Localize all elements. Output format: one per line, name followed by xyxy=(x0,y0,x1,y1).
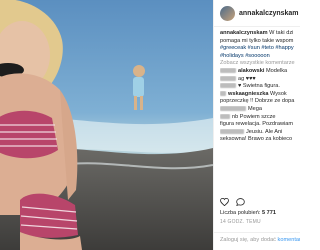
post-side-panel: annakalczynskam annakalczynskam W taki d… xyxy=(213,0,300,250)
comment-text: ♥ Świetna figura. xyxy=(238,83,280,90)
comment-text: Modelka xyxy=(266,67,288,74)
login-prompt-text: Zaloguj się, aby dodać xyxy=(220,237,278,243)
avatar[interactable] xyxy=(220,5,235,21)
blurred-username xyxy=(220,113,230,119)
comment: alakowski Modelka xyxy=(220,68,300,76)
post-header: annakalczynskam xyxy=(214,0,300,27)
comment-text: Wysok xyxy=(270,90,287,97)
caption-hashtags[interactable]: #greeceak #sun #teto #happy xyxy=(220,45,300,53)
comment: Jeusiu. Ale Ani xyxy=(220,129,300,137)
comment: nb Powiem szcze xyxy=(220,114,300,122)
blurred-username xyxy=(220,105,246,111)
view-all-comments-link[interactable]: Zobacz wszystkie komentarze xyxy=(220,60,300,68)
blurred-username xyxy=(220,90,226,96)
comment-icon[interactable] xyxy=(236,198,245,206)
beach-photo xyxy=(0,0,213,250)
comment-text: nb Powiem szcze xyxy=(232,113,276,120)
comment-continuation: poprzeczkę !! Dobrze ze dopa xyxy=(220,98,295,105)
comment: wskaagnieszka Wysok xyxy=(220,91,300,99)
comment-text: Mega xyxy=(248,105,262,112)
comment: ag ♥♥♥ xyxy=(220,76,300,84)
comment: ♥ Świetna figura. xyxy=(220,83,300,91)
caption-text: W taki dzi xyxy=(269,30,294,36)
comment: Mega xyxy=(220,106,300,114)
login-link[interactable]: komentarz xyxy=(278,237,300,243)
heart-icon[interactable] xyxy=(220,198,229,206)
comments-list: annakalczynskam W taki dzi pomaga mi tyl… xyxy=(214,27,300,144)
action-bar xyxy=(220,198,245,206)
comment-text: ag ♥♥♥ xyxy=(238,75,256,82)
post-date: 14 GODZ. TEMU xyxy=(220,219,261,225)
comment-continuation: figura rewelacja. Pozdrawiam xyxy=(220,121,294,128)
likes-count[interactable]: Liczba polubień: 5 771 xyxy=(220,210,276,216)
caption-line: pomaga mi tylko takie wspom xyxy=(220,37,294,44)
comment-continuation: seksowna! Brawo za kobieco xyxy=(220,136,293,143)
caption-hashtags[interactable]: #holidays #sooooon xyxy=(220,53,300,61)
caption-line-1: annakalczynskam W taki dzi xyxy=(220,30,300,38)
caption-username[interactable]: annakalczynskam xyxy=(220,30,268,36)
blurred-username xyxy=(220,83,236,89)
comment-username[interactable]: alakowski xyxy=(238,68,264,74)
header-username[interactable]: annakalczynskam xyxy=(239,10,299,17)
likes-label: Liczba polubień: xyxy=(220,210,261,216)
blurred-username xyxy=(220,67,236,73)
blurred-username xyxy=(220,128,244,134)
comment-username[interactable]: wskaagnieszka xyxy=(228,91,268,97)
blurred-username xyxy=(220,75,236,81)
login-prompt: Zaloguj się, aby dodać komentarz xyxy=(214,232,300,243)
post-photo[interactable] xyxy=(0,0,213,250)
likes-number: 5 771 xyxy=(262,210,276,216)
comment-text: Jeusiu. Ale Ani xyxy=(246,128,283,135)
